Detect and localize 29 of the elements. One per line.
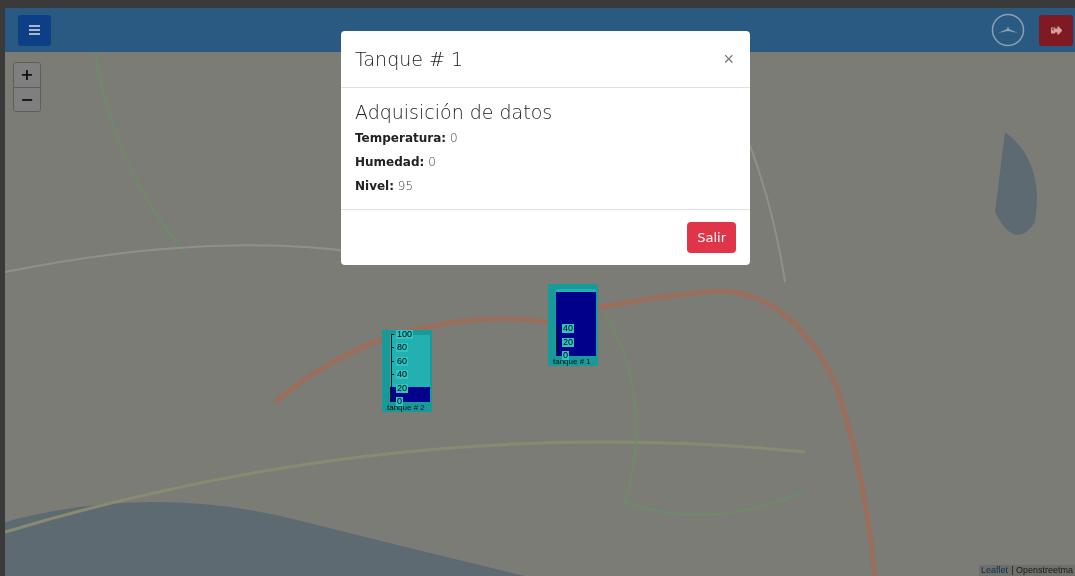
tank-gauge[interactable]: 40 20 0 tanque # 1	[548, 284, 598, 366]
menu-button[interactable]	[18, 14, 51, 46]
tank-gauge[interactable]: 100 80 60 40 20 0 tanque # 2	[382, 330, 432, 412]
section-heading: Adquisición de datos	[355, 101, 554, 123]
close-button[interactable]: ×	[721, 48, 736, 70]
attribution-text: | Openstreetma	[1011, 565, 1073, 576]
data-field: Temperatura: 0	[355, 131, 736, 145]
tick-label: 40	[396, 370, 408, 380]
tick-label: 20	[396, 383, 408, 393]
attribution-link[interactable]: Leaflet	[981, 565, 1009, 576]
tick-label: 80	[396, 343, 408, 353]
exit-button[interactable]: Salir	[687, 222, 736, 253]
tick-label: 40	[562, 324, 574, 334]
menu-icon	[29, 25, 40, 35]
data-field: Nivel: 95	[355, 179, 736, 193]
tick-label: 0	[562, 351, 569, 360]
modal-title: Tanque # 1	[355, 48, 464, 70]
tick-label: 60	[396, 356, 408, 366]
data-field: Humedad: 0	[355, 155, 736, 169]
logo-icon	[991, 13, 1025, 47]
tank-label: tanque # 1	[553, 357, 591, 366]
logout-button[interactable]	[1039, 14, 1073, 46]
tick-label: 100	[396, 330, 414, 339]
tick-label: 20	[562, 337, 574, 347]
zoom-in-button[interactable]: +	[14, 63, 40, 87]
zoom-out-button[interactable]: −	[14, 87, 40, 111]
tank-label: tanque # 2	[387, 403, 425, 412]
logout-icon	[1050, 25, 1062, 35]
tick-label: 0	[396, 397, 403, 406]
